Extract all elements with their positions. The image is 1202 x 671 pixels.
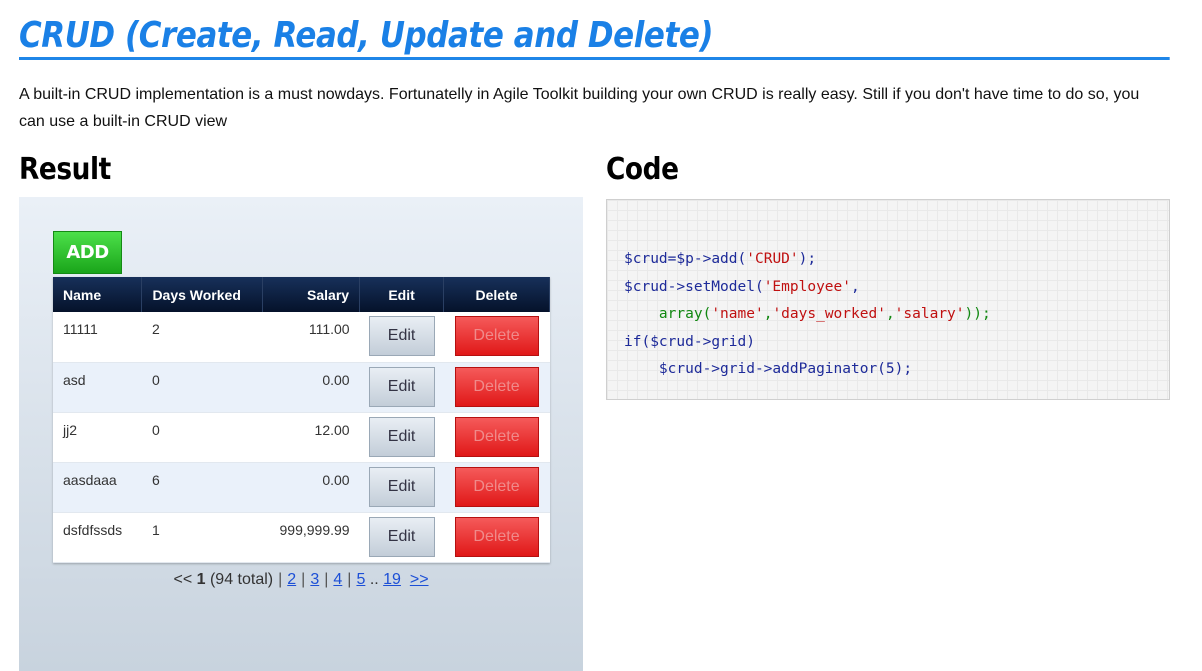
cell-days-worked: 1 [141, 512, 263, 563]
table-row: 11111 2 111.00 Edit Delete [53, 312, 550, 363]
paginator-page-3[interactable]: 3 [310, 571, 319, 588]
paginator-page-5[interactable]: 5 [356, 571, 365, 588]
page-title: CRUD (Create, Read, Update and Delete) [19, 14, 1170, 60]
paginator-ellipsis: .. [369, 571, 379, 588]
table-row: aasdaaa 6 0.00 Edit Delete [53, 462, 550, 513]
column-header-days-worked[interactable]: Days Worked [141, 277, 264, 312]
edit-button[interactable]: Edit [368, 416, 435, 457]
paginator-page-last[interactable]: 19 [383, 571, 401, 588]
column-header-name[interactable]: Name [53, 277, 143, 312]
paginator-current-page: 1 [196, 571, 206, 588]
cell-days-worked: 0 [141, 362, 263, 413]
code-panel: $crud=$p->add('CRUD'); $crud->setModel('… [606, 199, 1170, 400]
intro-paragraph: A built-in CRUD implementation is a must… [19, 86, 1140, 130]
delete-button[interactable]: Delete [454, 316, 539, 356]
paginator-next[interactable]: >> [410, 571, 429, 588]
edit-button[interactable]: Edit [368, 366, 435, 407]
delete-button[interactable]: Delete [454, 366, 539, 407]
cell-days-worked: 0 [141, 412, 263, 463]
edit-button[interactable]: Edit [368, 466, 435, 507]
paginator-separator: | [301, 571, 306, 588]
paginator-separator: | [324, 571, 329, 588]
cell-salary: 111.00 [262, 312, 360, 363]
code-line: $crud=$p->add('CRUD'); [624, 251, 817, 267]
cell-name: aasdaaa [53, 462, 142, 513]
cell-salary: 0.00 [262, 462, 360, 513]
table-row: asd 0 0.00 Edit Delete [53, 362, 550, 413]
paginator-page-4[interactable]: 4 [333, 571, 342, 588]
result-panel: ADD Name Days Worked Salary Edit Delete … [19, 197, 583, 671]
cell-name: jj2 [53, 412, 142, 463]
cell-salary: 999,999.99 [262, 512, 360, 563]
cell-days-worked: 2 [141, 312, 263, 363]
paginator: << 1 (94 total) | 2 | 3 | 4 | 5 .. 19 >> [19, 571, 583, 589]
paginator-prev: << [173, 571, 193, 588]
column-header-edit: Edit [359, 277, 445, 312]
paginator-separator: | [278, 571, 283, 588]
cell-salary: 12.00 [262, 412, 360, 463]
delete-button[interactable]: Delete [454, 466, 539, 507]
add-button[interactable]: ADD [53, 231, 122, 274]
edit-button[interactable]: Edit [368, 516, 435, 557]
paginator-separator: | [347, 571, 352, 588]
cell-days-worked: 6 [141, 462, 263, 513]
cell-salary: 0.00 [262, 362, 360, 413]
code-line: $crud->setModel('Employee', [624, 278, 860, 295]
paginator-total: (94 total) [209, 571, 274, 588]
delete-button[interactable]: Delete [454, 416, 539, 457]
grid-header-row: Name Days Worked Salary Edit Delete [53, 277, 550, 312]
code-line: array('name','days_worked','salary')); [624, 306, 991, 322]
cell-name: dsfdfssds [53, 512, 142, 563]
delete-button[interactable]: Delete [454, 516, 539, 557]
table-row: jj2 0 12.00 Edit Delete [53, 412, 550, 463]
column-header-salary[interactable]: Salary [262, 277, 361, 312]
cell-name: asd [53, 362, 142, 413]
edit-button[interactable]: Edit [368, 316, 435, 356]
code-line: $crud->grid->addPaginator(5); [624, 361, 913, 377]
code-block: $crud=$p->add('CRUD'); $crud->setModel('… [624, 246, 991, 384]
code-line: if($crud->grid) [624, 333, 755, 350]
result-heading: Result [19, 152, 111, 187]
crud-grid: Name Days Worked Salary Edit Delete 1111… [53, 277, 550, 563]
table-row: dsfdfssds 1 999,999.99 Edit Delete [53, 512, 550, 563]
column-header-delete: Delete [443, 277, 550, 312]
paginator-page-2[interactable]: 2 [287, 571, 296, 588]
code-heading: Code [606, 152, 679, 187]
cell-name: 11111 [53, 312, 142, 363]
